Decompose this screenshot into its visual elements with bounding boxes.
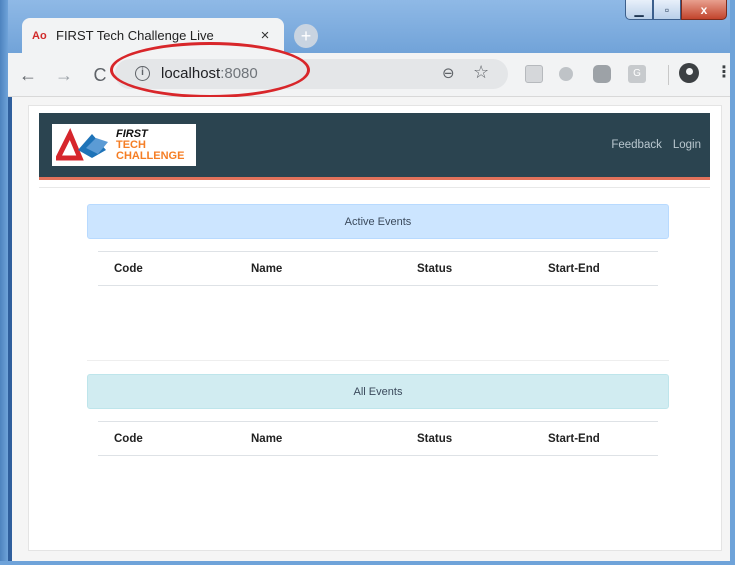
circle-extension-icon[interactable] (559, 67, 573, 81)
url-highlight-annotation (110, 42, 310, 98)
all-events-title: All Events (353, 385, 403, 398)
feedback-link[interactable]: Feedback (611, 139, 662, 151)
window-inner-edge (8, 97, 12, 561)
column-header-name[interactable]: Name (251, 263, 282, 275)
reload-icon[interactable]: C (90, 65, 110, 85)
column-header-code[interactable]: Code (114, 433, 143, 445)
back-icon[interactable]: ← (18, 65, 38, 85)
g-extension-icon[interactable]: G (628, 65, 646, 83)
tab-close-icon[interactable]: × (256, 27, 274, 44)
logo-first-text: FIRST (116, 127, 148, 140)
column-header-status[interactable]: Status (417, 433, 452, 445)
window-caption-buttons: ▁ ▫ x (625, 0, 727, 20)
minimize-icon: ▁ (634, 2, 644, 17)
forward-icon[interactable]: → (54, 65, 74, 85)
all-events-header: All Events (87, 374, 669, 409)
navbar-links: Feedback Login (611, 139, 701, 151)
ftc-favicon-icon: Ao (32, 29, 47, 42)
logo-challenge-text: CHALLENGE (116, 149, 185, 162)
column-header-code[interactable]: Code (114, 263, 143, 275)
pdf-extension-icon[interactable] (525, 65, 543, 83)
profile-icon[interactable] (679, 63, 699, 83)
all-events-table-header: Code Name Status Start-End (98, 421, 658, 456)
close-window-button[interactable]: x (681, 0, 727, 20)
window-border-bottom (0, 561, 735, 565)
column-header-start-end[interactable]: Start-End (548, 263, 600, 275)
window-border-left (0, 0, 8, 565)
bookmark-star-icon[interactable]: ☆ (473, 62, 489, 83)
navbar-divider (39, 187, 710, 188)
active-events-header: Active Events (87, 204, 669, 239)
column-header-name[interactable]: Name (251, 433, 282, 445)
column-header-start-end[interactable]: Start-End (548, 433, 600, 445)
minimize-button[interactable]: ▁ (625, 0, 653, 20)
tab-title: FIRST Tech Challenge Live (56, 28, 214, 43)
logo-tech-text: TECH (116, 138, 146, 151)
maximize-button[interactable]: ▫ (653, 0, 681, 20)
login-link[interactable]: Login (673, 139, 701, 151)
section-divider (87, 360, 669, 361)
window-border-right (730, 0, 735, 565)
toolbar-separator (668, 65, 669, 85)
cloud-extension-icon[interactable] (593, 65, 611, 83)
navbar-accent-stripe (39, 177, 710, 180)
active-events-table-header: Code Name Status Start-End (98, 251, 658, 286)
zoom-icon[interactable]: ⊖ (442, 64, 455, 82)
new-tab-button[interactable]: + (294, 24, 318, 48)
active-events-title: Active Events (344, 215, 412, 228)
browser-window: ▁ ▫ x Ao FIRST Tech Challenge Live × + ←… (0, 0, 735, 565)
maximize-icon: ▫ (664, 2, 670, 17)
close-icon: x (700, 2, 708, 17)
ftc-logo-mark-icon (56, 128, 108, 161)
ftc-logo[interactable]: FIRST TECH CHALLENGE (52, 124, 196, 166)
column-header-status[interactable]: Status (417, 263, 452, 275)
browser-menu-icon[interactable]: ⋮ (716, 64, 732, 82)
